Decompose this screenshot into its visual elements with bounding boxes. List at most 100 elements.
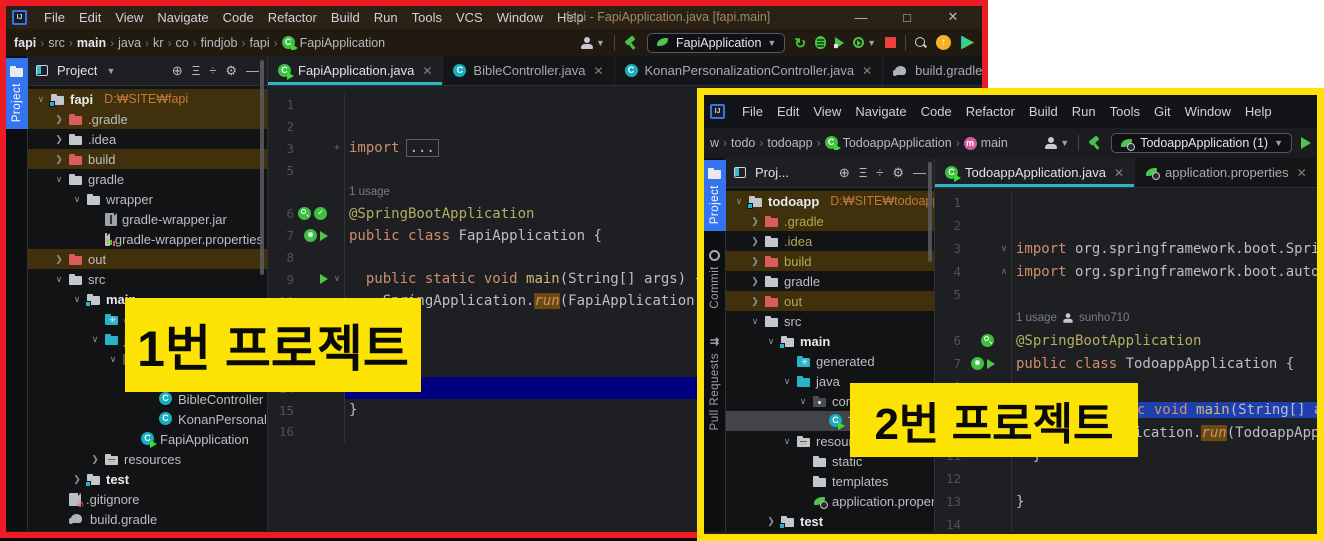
- build-hammer-icon[interactable]: [624, 36, 638, 50]
- chevron-right-icon[interactable]: ❯: [750, 296, 760, 307]
- chevron-down-icon[interactable]: ∨: [72, 294, 82, 305]
- run-configuration-select[interactable]: FapiApplication ▼: [646, 32, 786, 53]
- bean-check-icon[interactable]: ✓: [314, 206, 328, 221]
- chevron-down-icon[interactable]: ∨: [90, 334, 100, 345]
- springboot-icon[interactable]: ◉: [304, 228, 318, 243]
- chevron-down-icon[interactable]: ∨: [54, 274, 64, 285]
- tree-item-generated[interactable]: ✳ generated: [726, 351, 934, 371]
- code-editor[interactable]: 1 2 3 ∨ import org.springframework.boot.Spri…: [935, 188, 1317, 532]
- breadcrumb-item-w[interactable]: w: [710, 136, 719, 150]
- profiler-button[interactable]: ▼: [853, 37, 876, 48]
- fold-marker[interactable]: +: [330, 143, 344, 153]
- debug-button[interactable]: [815, 36, 827, 49]
- breadcrumb-item-java[interactable]: java: [118, 36, 141, 50]
- tree-item-test[interactable]: ❯ test: [28, 469, 267, 489]
- tree-item-src[interactable]: ∨ src: [726, 311, 934, 331]
- breadcrumb-item-fapi[interactable]: fapi: [14, 36, 36, 50]
- ide-services-icon[interactable]: [961, 35, 974, 50]
- chevron-right-icon[interactable]: ❯: [750, 216, 760, 227]
- hide-panel-icon[interactable]: —: [246, 64, 259, 77]
- run-icon[interactable]: [320, 230, 328, 241]
- run-button[interactable]: [1301, 137, 1311, 149]
- tree-item-main[interactable]: ∨ main: [726, 331, 934, 351]
- user-menu[interactable]: ▼: [581, 36, 605, 49]
- menu-edit[interactable]: Edit: [72, 8, 108, 27]
- chevron-down-icon[interactable]: ∨: [54, 174, 64, 185]
- menu-file[interactable]: File: [735, 102, 770, 121]
- chevron-right-icon[interactable]: ❯: [766, 516, 776, 527]
- menu-run[interactable]: Run: [367, 8, 405, 27]
- chevron-down-icon[interactable]: ∨: [72, 194, 82, 205]
- chevron-right-icon[interactable]: ❯: [54, 114, 64, 125]
- collapse-all-icon[interactable]: ÷: [876, 166, 883, 179]
- expand-all-icon[interactable]: Ξ: [859, 166, 867, 179]
- expand-all-icon[interactable]: Ξ: [192, 64, 200, 77]
- editor-tab-build.gradle[interactable]: build.gradle▼: [883, 56, 982, 85]
- breadcrumb-item-main[interactable]: m main: [963, 136, 1008, 150]
- tree-item-.gitignore[interactable]: .gitignore: [726, 531, 934, 532]
- tab-close-icon[interactable]: ✕: [1114, 166, 1124, 180]
- menu-navigate[interactable]: Navigate: [848, 102, 913, 121]
- chevron-down-icon[interactable]: ∨: [108, 354, 118, 365]
- tree-item-gradle-wrapper.properties[interactable]: gradle-wrapper.properties: [28, 229, 267, 249]
- build-hammer-icon[interactable]: [1088, 136, 1102, 150]
- breadcrumb-item-kr[interactable]: kr: [153, 36, 163, 50]
- editor-tab-biblecontroller.java[interactable]: C BibleController.java ✕: [443, 56, 615, 85]
- tree-item-src[interactable]: ∨ src: [28, 269, 267, 289]
- breadcrumb-item-src[interactable]: src: [48, 36, 65, 50]
- tree-item-gradle-wrapper.jar[interactable]: gradle-wrapper.jar: [28, 209, 267, 229]
- editor-tab-konanpersonalizationcontroller.java[interactable]: C KonanPersonalizationController.java ✕: [615, 56, 884, 85]
- chevron-right-icon[interactable]: ❯: [54, 154, 64, 165]
- chevron-right-icon[interactable]: ❯: [54, 134, 64, 145]
- bean-search-icon[interactable]: [298, 206, 312, 221]
- maximize-button[interactable]: □: [884, 6, 930, 28]
- breadcrumb-item-fapiapplication[interactable]: C FapiApplication: [281, 35, 385, 50]
- tree-item-templates[interactable]: templates: [726, 471, 934, 491]
- menu-help[interactable]: Help: [1238, 102, 1279, 121]
- editor-tab-application.properties[interactable]: application.properties ✕: [1135, 158, 1317, 187]
- tool-window-button-commit[interactable]: Commit: [704, 243, 726, 316]
- breadcrumb-item-todoappapplication[interactable]: C TodoappApplication: [824, 136, 952, 150]
- menu-run[interactable]: Run: [1065, 102, 1103, 121]
- usage-hint[interactable]: 1 usage: [349, 186, 390, 198]
- tab-close-icon[interactable]: ✕: [593, 64, 603, 78]
- scrollbar[interactable]: [260, 60, 264, 275]
- chevron-down-icon[interactable]: ∨: [782, 436, 792, 447]
- tree-item-gradle[interactable]: ∨ gradle: [28, 169, 267, 189]
- menu-edit[interactable]: Edit: [770, 102, 806, 121]
- user-menu[interactable]: ▼: [1045, 137, 1069, 149]
- editor-tab-todoappapplication.java[interactable]: C TodoappApplication.java ✕: [935, 158, 1135, 187]
- chevron-right-icon[interactable]: ❯: [750, 256, 760, 267]
- tab-close-icon[interactable]: ✕: [422, 64, 432, 78]
- tree-item-.idea[interactable]: ❯ .idea: [28, 129, 267, 149]
- breadcrumb-item-todo[interactable]: todo: [731, 136, 755, 150]
- editor-tab-fapiapplication.java[interactable]: C FapiApplication.java ✕: [268, 56, 444, 85]
- chevron-right-icon[interactable]: ❯: [750, 276, 760, 287]
- breadcrumb-item-todoapp[interactable]: todoapp: [767, 136, 812, 150]
- fold-marker[interactable]: ∨: [997, 244, 1011, 254]
- chevron-right-icon[interactable]: ❯: [54, 254, 64, 265]
- rerun-button[interactable]: ↻: [794, 36, 806, 50]
- tree-item-konanpersonaliz[interactable]: C KonanPersonaliz: [28, 409, 267, 429]
- tree-item-.gitignore[interactable]: .gitignore: [28, 489, 267, 510]
- chevron-down-icon[interactable]: ∨: [798, 396, 808, 407]
- chevron-down-icon[interactable]: ∨: [734, 196, 744, 207]
- chevron-down-icon[interactable]: ∨: [750, 316, 760, 327]
- project-view-selector[interactable]: Proj...: [755, 165, 789, 180]
- usage-hint[interactable]: 1 usage sunho710: [1016, 312, 1129, 324]
- menu-code[interactable]: Code: [216, 8, 261, 27]
- tool-window-button-project[interactable]: Project: [6, 58, 28, 130]
- run-configuration-select[interactable]: TodoappApplication (1) ▼: [1111, 133, 1292, 153]
- tree-item-gradle[interactable]: ❯ gradle: [726, 271, 934, 291]
- chevron-down-icon[interactable]: ∨: [36, 94, 46, 105]
- update-notification-icon[interactable]: ↑: [936, 35, 951, 50]
- breadcrumb-item-fapi[interactable]: fapi: [250, 36, 270, 50]
- bean-search-icon[interactable]: [981, 333, 995, 348]
- menu-tools[interactable]: Tools: [1103, 102, 1147, 121]
- menu-refactor[interactable]: Refactor: [959, 102, 1022, 121]
- run-icon[interactable]: [320, 274, 328, 285]
- minimize-button[interactable]: —: [838, 6, 884, 28]
- run-with-coverage-button[interactable]: [834, 36, 845, 49]
- menu-window[interactable]: Window: [1178, 102, 1238, 121]
- fold-marker[interactable]: ∧: [997, 267, 1011, 277]
